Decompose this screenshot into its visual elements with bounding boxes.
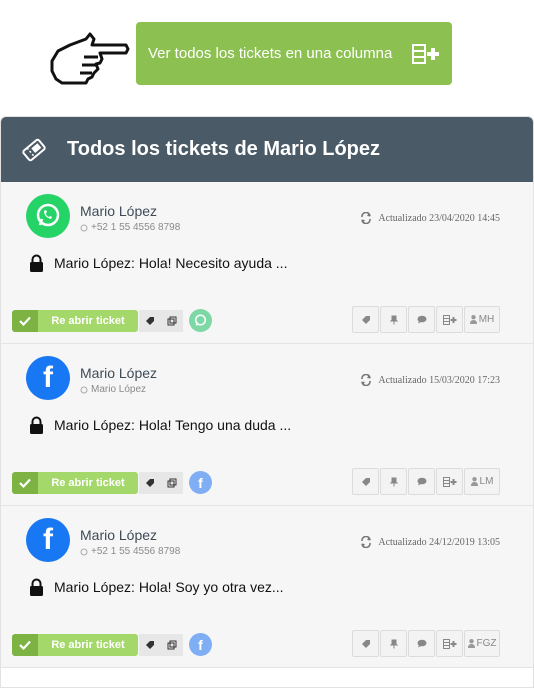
updated-info: Actualizado 15/03/2020 17:23 — [360, 374, 500, 386]
refresh-icon — [360, 374, 372, 386]
contact-sub: +52 1 55 4556 8798 — [80, 222, 180, 233]
check-icon — [12, 309, 38, 332]
reopen-label: Re abrir ticket — [38, 471, 138, 494]
ticket-message: Mario López: Hola! Soy yo otra vez... — [29, 578, 284, 596]
lock-icon — [29, 416, 44, 434]
ticket-message: Mario López: Hola! Necesito ayuda ... — [29, 254, 287, 272]
user-icon — [469, 315, 477, 324]
comment-icon[interactable] — [408, 468, 435, 495]
contact-phone: +52 1 55 4556 8798 — [91, 546, 181, 557]
contact-sub: +52 1 55 4556 8798 — [80, 546, 180, 557]
facebook-small-icon — [80, 386, 88, 394]
assigned-agent-button[interactable]: FGZ — [464, 630, 500, 657]
tickets-panel: Todos los tickets de Mario López Mario L… — [0, 116, 534, 688]
contact-sub: Mario López — [80, 384, 146, 395]
ticket-actions-left: Re abrir ticket — [12, 309, 212, 332]
refresh-icon — [360, 536, 372, 548]
view-all-tickets-label: Ver todos los tickets en una columna — [148, 45, 393, 62]
check-icon — [12, 633, 38, 656]
whatsapp-small-icon — [80, 224, 88, 232]
assigned-agent-button[interactable]: LM — [464, 468, 500, 495]
lock-icon — [29, 578, 44, 596]
facebook-avatar-icon: f — [26, 356, 70, 400]
updated-text: Actualizado 24/12/2019 13:05 — [378, 536, 500, 548]
facebook-small-icon — [80, 548, 88, 556]
ticket-icon — [1, 137, 67, 163]
ticket-card[interactable]: f Mario López +52 1 55 4556 8798 Actuali… — [1, 506, 533, 668]
facebook-channel-icon: f — [189, 633, 212, 656]
ticket-actions-right: LM — [352, 468, 500, 495]
agent-initials: LM — [479, 476, 494, 487]
updated-info: Actualizado 24/12/2019 13:05 — [360, 536, 500, 548]
facebook-channel-icon: f — [189, 471, 212, 494]
ticket-actions-left: Re abrir ticket f — [12, 633, 212, 656]
panel-title: Todos los tickets de Mario López — [67, 138, 381, 160]
check-icon — [12, 471, 38, 494]
tag-mini-icon[interactable] — [139, 633, 161, 656]
assigned-agent-button[interactable]: MH — [464, 306, 500, 333]
agent-initials: MH — [478, 314, 495, 325]
contact-name: Mario López — [80, 203, 158, 219]
tag-mini-icon[interactable] — [139, 309, 161, 332]
ticket-message: Mario López: Hola! Tengo una duda ... — [29, 416, 291, 434]
updated-text: Actualizado 23/04/2020 14:45 — [378, 212, 500, 224]
contact-phone: +52 1 55 4556 8798 — [91, 222, 181, 233]
pin-icon[interactable] — [380, 306, 407, 333]
refresh-icon — [360, 212, 372, 224]
tag-button-icon[interactable] — [352, 630, 379, 657]
lock-icon — [29, 254, 44, 272]
ticket-actions-right: MH — [352, 306, 500, 333]
add-column-small-icon[interactable] — [436, 468, 463, 495]
ticket-actions-right: FGZ — [352, 630, 500, 657]
contact-name: Mario López — [80, 365, 158, 381]
updated-info: Actualizado 23/04/2020 14:45 — [360, 212, 500, 224]
updated-text: Actualizado 15/03/2020 17:23 — [378, 374, 500, 386]
comment-icon[interactable] — [408, 630, 435, 657]
add-column-small-icon[interactable] — [436, 630, 463, 657]
tag-button-icon[interactable] — [352, 468, 379, 495]
agent-initials: FGZ — [476, 638, 497, 649]
whatsapp-channel-icon — [189, 309, 212, 332]
view-all-tickets-button[interactable]: Ver todos los tickets en una columna — [136, 22, 452, 85]
pin-icon[interactable] — [380, 468, 407, 495]
message-text: Mario López: Hola! Soy yo otra vez... — [54, 579, 284, 595]
pointing-hand-icon — [50, 32, 130, 85]
comment-icon[interactable] — [408, 306, 435, 333]
tag-button-icon[interactable] — [352, 306, 379, 333]
ticket-actions-left: Re abrir ticket f — [12, 471, 212, 494]
top-bar: Ver todos los tickets en una columna — [0, 0, 534, 116]
copy-icon[interactable] — [161, 309, 183, 332]
message-text: Mario López: Hola! Necesito ayuda ... — [54, 255, 288, 271]
contact-handle: Mario López — [91, 384, 147, 395]
reopen-label: Re abrir ticket — [38, 633, 138, 656]
reopen-ticket-button[interactable]: Re abrir ticket — [12, 471, 138, 494]
user-icon — [467, 639, 475, 648]
add-column-small-icon[interactable] — [436, 306, 463, 333]
pin-icon[interactable] — [380, 630, 407, 657]
reopen-ticket-button[interactable]: Re abrir ticket — [12, 633, 138, 656]
contact-name: Mario López — [80, 527, 158, 543]
panel-header: Todos los tickets de Mario López — [1, 117, 533, 182]
copy-icon[interactable] — [161, 633, 183, 656]
whatsapp-avatar-icon — [26, 194, 70, 238]
message-text: Mario López: Hola! Tengo una duda ... — [54, 417, 292, 433]
facebook-avatar-icon: f — [26, 518, 70, 562]
ticket-card[interactable]: Mario López +52 1 55 4556 8798 Actualiza… — [1, 182, 533, 344]
user-icon — [470, 477, 478, 486]
copy-icon[interactable] — [161, 471, 183, 494]
reopen-label: Re abrir ticket — [38, 309, 138, 332]
reopen-ticket-button[interactable]: Re abrir ticket — [12, 309, 138, 332]
ticket-card[interactable]: f Mario López Mario López Actualizado 15… — [1, 344, 533, 506]
add-column-icon — [412, 43, 442, 64]
tag-mini-icon[interactable] — [139, 471, 161, 494]
